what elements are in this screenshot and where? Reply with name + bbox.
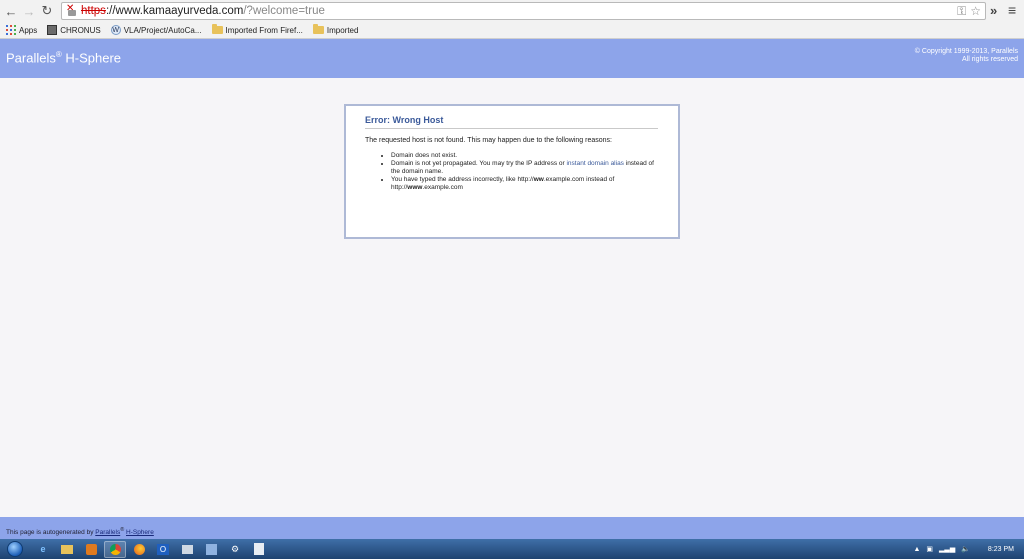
back-arrow-icon[interactable]: ← <box>2 2 20 20</box>
reason-item: You have typed the address incorrectly, … <box>391 176 658 192</box>
reason-bold: www <box>407 184 423 191</box>
bookmark-label: CHRONUS <box>60 25 101 35</box>
page-footer: This page is autogenerated by Parallels®… <box>0 517 1024 539</box>
footer-text: This page is autogenerated by Parallels®… <box>6 527 154 536</box>
app-icon <box>181 544 193 554</box>
copyright-line1: © Copyright 1999-2013, Parallels <box>914 48 1018 55</box>
reason-text: You have typed the address incorrectly, … <box>391 176 534 183</box>
media-player-icon <box>85 543 97 555</box>
address-bar[interactable]: https://www.kamaayurveda.com/?welcome=tr… <box>61 2 986 20</box>
brand-suffix: H-Sphere <box>61 50 122 66</box>
start-button[interactable] <box>0 539 30 559</box>
brand-title: Parallels® H-Sphere <box>6 50 121 65</box>
folder-icon <box>61 544 73 554</box>
image-icon <box>47 25 58 35</box>
bookmark-imported[interactable]: Imported <box>312 24 359 35</box>
taskbar-app[interactable] <box>248 541 270 558</box>
error-panel: Error: Wrong Host The requested host is … <box>344 104 680 239</box>
reasons-list: Domain does not exist. Domain is not yet… <box>391 152 658 192</box>
bookmark-vla[interactable]: W VLA/Project/AutoCa... <box>110 25 202 35</box>
tray-app-icon[interactable]: ▣ <box>926 545 933 553</box>
apps-icon <box>6 25 16 35</box>
outlook-icon: O <box>157 543 169 555</box>
extensions-chevron-icon[interactable]: » <box>990 3 997 18</box>
taskbar-media[interactable] <box>80 541 102 558</box>
taskbar-ie[interactable]: e <box>32 541 54 558</box>
error-intro: The requested host is not found. This ma… <box>365 137 612 144</box>
copyright-line2: All rights reserved <box>961 56 1018 63</box>
reason-bold: ww <box>533 176 544 183</box>
brand-name: Parallels <box>6 50 56 66</box>
bookmark-label: Imported From Firef... <box>225 25 303 35</box>
reload-icon[interactable]: ↻ <box>38 2 56 20</box>
broken-lock-icon[interactable] <box>66 3 78 17</box>
reason-text: .example.com <box>422 184 463 191</box>
folder-icon <box>211 24 223 34</box>
gear-icon: ⚙ <box>230 543 240 554</box>
firefox-icon <box>133 543 145 555</box>
volume-icon[interactable]: 🔈 <box>961 545 970 553</box>
ie-icon: e <box>40 544 46 554</box>
taskbar-firefox[interactable] <box>128 541 150 558</box>
bookmark-apps[interactable]: Apps <box>6 25 37 35</box>
reason-text: Domain is not yet propagated. You may tr… <box>391 160 567 167</box>
star-icon[interactable]: ☆ <box>970 4 981 18</box>
instant-domain-alias-link[interactable]: instant domain alias <box>566 160 623 167</box>
tray-expand-icon[interactable]: ▲ <box>913 546 920 553</box>
hsphere-link[interactable]: H-Sphere <box>126 529 154 536</box>
url-host: ://www.kamaayurveda.com <box>105 5 244 17</box>
chrome-icon <box>109 543 121 555</box>
bookmark-chronus[interactable]: CHRONUS <box>47 25 101 35</box>
reason-item: Domain is not yet propagated. You may tr… <box>391 160 658 176</box>
bookmark-imported-firefox[interactable]: Imported From Firef... <box>211 24 303 35</box>
clock[interactable]: 8:23 PM <box>988 546 1014 553</box>
bookmark-label: VLA/Project/AutoCa... <box>123 25 202 35</box>
windows-orb-icon <box>7 541 23 557</box>
bookmark-label: Imported <box>326 25 359 35</box>
key-icon[interactable]: ⚿ <box>957 4 966 19</box>
taskbar-app[interactable] <box>176 541 198 558</box>
taskbar-settings[interactable]: ⚙ <box>224 541 246 558</box>
taskbar-explorer[interactable] <box>56 541 78 558</box>
footer-prefix: This page is autogenerated by <box>6 529 96 537</box>
forward-arrow-icon[interactable]: → <box>20 2 38 20</box>
app-icon <box>205 543 217 555</box>
taskbar-app[interactable] <box>200 541 222 558</box>
menu-icon[interactable]: ≡ <box>1008 2 1016 18</box>
copyright: © Copyright 1999-2013, Parallels All rig… <box>915 48 1018 64</box>
reason-text: Domain does not exist. <box>391 152 458 159</box>
parallels-link[interactable]: Parallels <box>95 529 120 536</box>
signal-icon[interactable]: ▂▃▅ <box>939 545 955 553</box>
folder-icon <box>312 24 324 34</box>
url-scheme: https <box>81 5 106 17</box>
footer-mark: ® <box>120 527 125 533</box>
taskbar: e O ⚙ ▲ ▣ ▂▃▅ 🔈 8:23 PM <box>0 539 1024 559</box>
reason-item: Domain does not exist. <box>391 152 658 160</box>
page-header: Parallels® H-Sphere © Copyright 1999-201… <box>0 39 1024 78</box>
error-title: Error: Wrong Host <box>365 115 658 129</box>
browser-toolbar: ← → ↻ https://www.kamaayurveda.com/?welc… <box>0 0 1024 22</box>
bookmarks-bar: Apps CHRONUS W VLA/Project/AutoCa... Imp… <box>0 22 1024 39</box>
url-path: /?welcome=true <box>243 5 325 17</box>
taskbar-outlook[interactable]: O <box>152 541 174 558</box>
taskbar-chrome[interactable] <box>104 540 126 558</box>
system-tray: ▲ ▣ ▂▃▅ 🔈 8:23 PM <box>913 539 1024 559</box>
bookmark-label: Apps <box>19 25 38 35</box>
w-icon: W <box>110 25 121 35</box>
app-icon <box>254 543 264 555</box>
